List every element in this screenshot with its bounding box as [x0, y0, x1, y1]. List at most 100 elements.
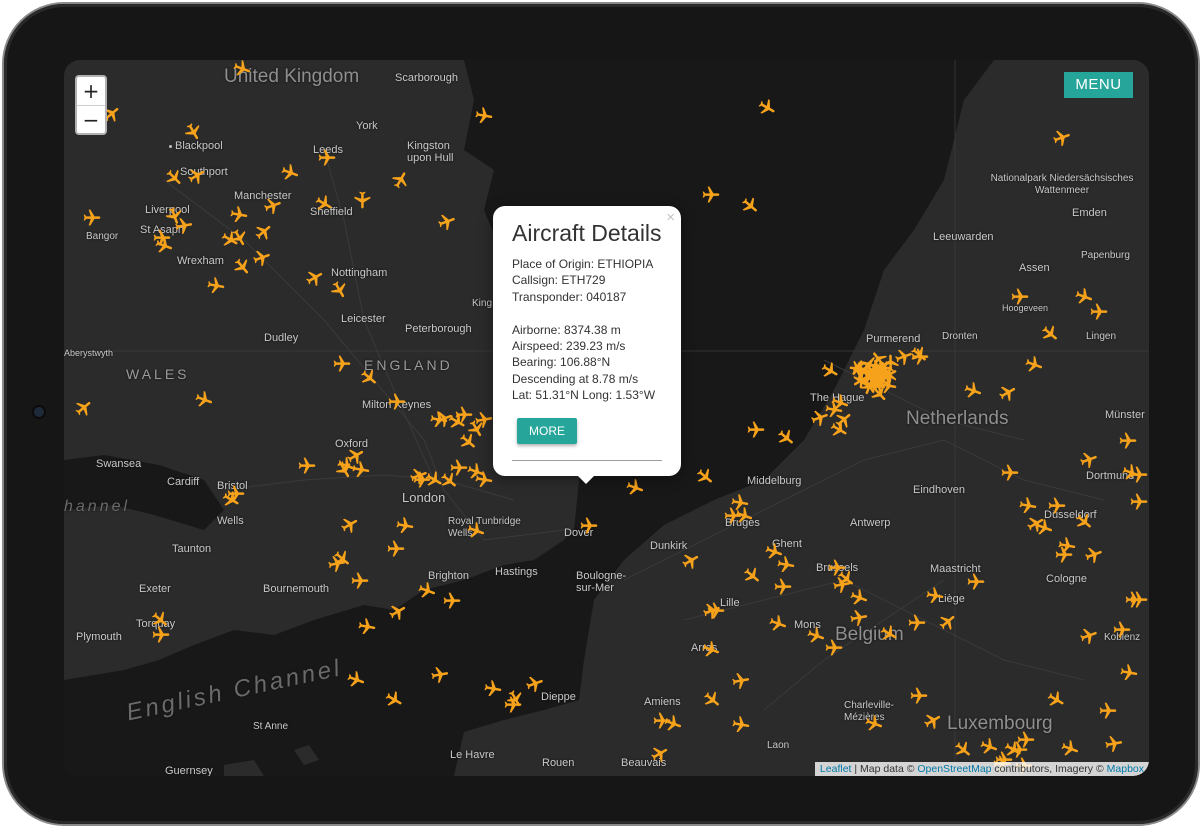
aircraft-marker-icon[interactable] [332, 354, 352, 374]
aircraft-marker-icon[interactable] [1000, 463, 1020, 483]
aircraft-marker-icon[interactable] [355, 615, 378, 638]
aircraft-marker-icon[interactable] [82, 208, 102, 228]
map-label-luxembourg: Luxembourg [947, 713, 1053, 734]
osm-link[interactable]: OpenStreetMap [917, 763, 991, 775]
map-label-peterborough: Peterborough [405, 323, 472, 335]
aircraft-marker-icon[interactable] [701, 185, 721, 205]
map-label-purmerend: Purmerend [866, 333, 921, 345]
aircraft-marker-icon[interactable] [317, 148, 337, 168]
aircraft-marker-icon[interactable] [1102, 732, 1125, 755]
aircraft-marker-icon[interactable] [204, 274, 227, 297]
aircraft-marker-icon[interactable] [472, 104, 495, 127]
aircraft-marker-icon[interactable] [442, 591, 462, 611]
aircraft-marker-icon[interactable] [386, 539, 406, 559]
map-label-middelburg: Middelburg [747, 475, 802, 487]
map-label-cardiff: Cardiff [167, 476, 200, 488]
aircraft-marker-icon[interactable] [151, 625, 171, 645]
aircraft-marker-icon[interactable] [387, 392, 407, 412]
aircraft-marker-icon[interactable] [1129, 492, 1149, 512]
aircraft-marker-icon[interactable] [729, 713, 752, 736]
aircraft-marker-icon[interactable] [428, 663, 451, 686]
camera-dot [34, 407, 44, 417]
aircraft-marker-icon[interactable] [227, 203, 250, 226]
aircraft-marker-icon[interactable] [297, 456, 317, 476]
airborne-text: Airborne: 8374.38 m [512, 322, 621, 337]
aircraft-marker-icon[interactable] [503, 695, 523, 715]
map-attribution: Leaflet | Map data © OpenStreetMap contr… [814, 762, 1149, 776]
aircraft-marker-icon[interactable] [579, 516, 599, 536]
map-screen[interactable]: United Kingdom ENGLAND WALES Netherlands… [64, 60, 1149, 776]
zoom-out-button[interactable]: − [77, 106, 105, 133]
map-label-plymouth: Plymouth [76, 631, 122, 643]
map-label-brighton: Brighton [428, 570, 469, 582]
aircraft-marker-icon[interactable] [966, 572, 986, 592]
aircraft-marker-icon[interactable] [909, 686, 929, 706]
aircraft-marker-icon[interactable] [325, 552, 348, 575]
tablet-frame: United Kingdom ENGLAND WALES Netherlands… [4, 4, 1198, 824]
map-label-hastings: Hastings [495, 566, 538, 578]
aircraft-details-popup: × Aircraft Details Place of Origin: ETHI… [493, 206, 681, 476]
transponder-text: Transponder: 040187 [512, 289, 627, 304]
more-button[interactable]: MORE [517, 418, 577, 444]
map-label-assen: Assen [1019, 262, 1050, 274]
aircraft-marker-icon[interactable] [847, 606, 870, 629]
zoom-in-button[interactable]: + [77, 77, 105, 106]
leaflet-link[interactable]: Leaflet [820, 763, 852, 775]
descending-text: Descending at 8.78 m/s [512, 371, 639, 386]
map-label-le-havre: Le Havre [450, 749, 495, 761]
aircraft-marker-icon[interactable] [393, 514, 416, 537]
airspeed-text: Airspeed: 239.23 m/s [512, 339, 626, 354]
aircraft-marker-icon[interactable] [1112, 620, 1132, 640]
aircraft-marker-icon[interactable] [1010, 287, 1030, 307]
map-label-wales: WALES [126, 366, 190, 382]
aircraft-marker-icon[interactable] [773, 577, 793, 597]
aircraft-marker-icon[interactable] [878, 364, 901, 387]
map-label-london: London [402, 490, 446, 505]
aircraft-marker-icon[interactable] [352, 190, 372, 210]
aircraft-marker-icon[interactable] [1098, 701, 1118, 721]
menu-button[interactable]: MENU [1064, 72, 1133, 98]
map-label-rouen: Rouen [542, 757, 575, 769]
map-label-munster: Münster [1105, 409, 1145, 421]
map-label-channel: hannel [64, 498, 131, 515]
map-label-taunton: Taunton [172, 543, 212, 555]
aircraft-marker-icon[interactable] [481, 677, 504, 700]
zoom-control: + − [75, 75, 107, 135]
popup-tip [576, 474, 596, 484]
map-label-leeuwarden: Leeuwarden [933, 231, 994, 243]
aircraft-marker-icon[interactable] [1047, 496, 1067, 516]
map-label-netherlands: Netherlands [906, 408, 1009, 429]
bearing-text: Bearing: 106.88°N [512, 355, 611, 370]
aircraft-marker-icon[interactable] [1089, 302, 1109, 322]
map-label-aberystwyth: Aberystwyth [64, 348, 114, 358]
aircraft-marker-icon[interactable] [1129, 465, 1149, 485]
aircraft-marker-icon[interactable] [824, 638, 844, 658]
origin-text: Place of Origin: ETHIOPIA [512, 257, 654, 271]
aircraft-marker-icon[interactable] [774, 553, 797, 576]
popup-title: Aircraft Details [512, 220, 662, 246]
map-label-scarborough: Scarborough [395, 72, 458, 84]
map-label-england: ENGLAND [364, 357, 453, 373]
aircraft-marker-icon[interactable] [1117, 661, 1140, 684]
map-label-dudley: Dudley [264, 332, 299, 344]
map-label-st-anne: St Anne [253, 721, 289, 732]
aircraft-marker-icon[interactable] [1118, 431, 1138, 451]
aircraft-marker-icon[interactable] [1124, 590, 1144, 610]
mapbox-link[interactable]: Mapbox [1107, 763, 1144, 775]
close-icon[interactable]: × [666, 209, 675, 226]
map-label-dronten: Dronten [942, 331, 978, 342]
aircraft-marker-icon[interactable] [1055, 534, 1078, 557]
aircraft-marker-icon[interactable] [350, 571, 370, 591]
map-label-leicester: Leicester [341, 313, 386, 325]
aircraft-marker-icon[interactable] [706, 601, 726, 621]
aircraft-marker-icon[interactable] [172, 214, 195, 237]
map-label-royal-tunbridge: Royal Tunbridge Wells [448, 516, 521, 539]
map-label-nationalpark: Nationalpark Niedersächsisches Wattenmee… [990, 173, 1134, 196]
map-label-antwerp: Antwerp [850, 517, 891, 529]
aircraft-marker-icon[interactable] [923, 584, 946, 607]
aircraft-marker-icon[interactable] [729, 669, 752, 692]
map-label-exeter: Exeter [139, 583, 171, 595]
map-label-boulogne: Boulogne-sur-Mer [576, 570, 627, 594]
aircraft-marker-icon[interactable] [907, 613, 927, 633]
aircraft-marker-icon[interactable] [746, 420, 766, 440]
